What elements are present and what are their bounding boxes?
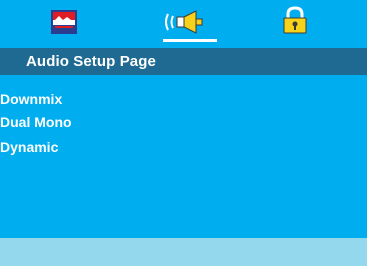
flag-icon — [51, 10, 77, 34]
menu-item-label: Downmix — [0, 91, 63, 107]
page-title: Audio Setup Page — [26, 53, 156, 70]
menu-item-downmix[interactable]: Downmix — [0, 88, 200, 110]
setup-panel: Audio Setup Page Downmix Dual Mono Dynam… — [0, 0, 367, 266]
tab-lock[interactable] — [264, 0, 324, 44]
status-bar — [0, 238, 367, 266]
selected-tab-underline — [163, 39, 217, 42]
menu-item-label: Dynamic — [0, 139, 59, 155]
tab-video[interactable] — [33, 0, 93, 44]
page-title-bar: Audio Setup Page — [0, 48, 367, 75]
setup-screen: Audio Setup Page Downmix Dual Mono Dynam… — [0, 0, 377, 266]
menu-item-dynamic[interactable]: Dynamic — [0, 136, 200, 158]
tab-audio[interactable] — [154, 0, 214, 44]
setup-tabbar — [0, 0, 367, 48]
menu-item-label: Dual Mono — [0, 114, 72, 130]
lock-icon — [283, 6, 307, 34]
speaker-icon — [165, 10, 203, 34]
menu-item-dual-mono[interactable]: Dual Mono — [0, 111, 200, 133]
